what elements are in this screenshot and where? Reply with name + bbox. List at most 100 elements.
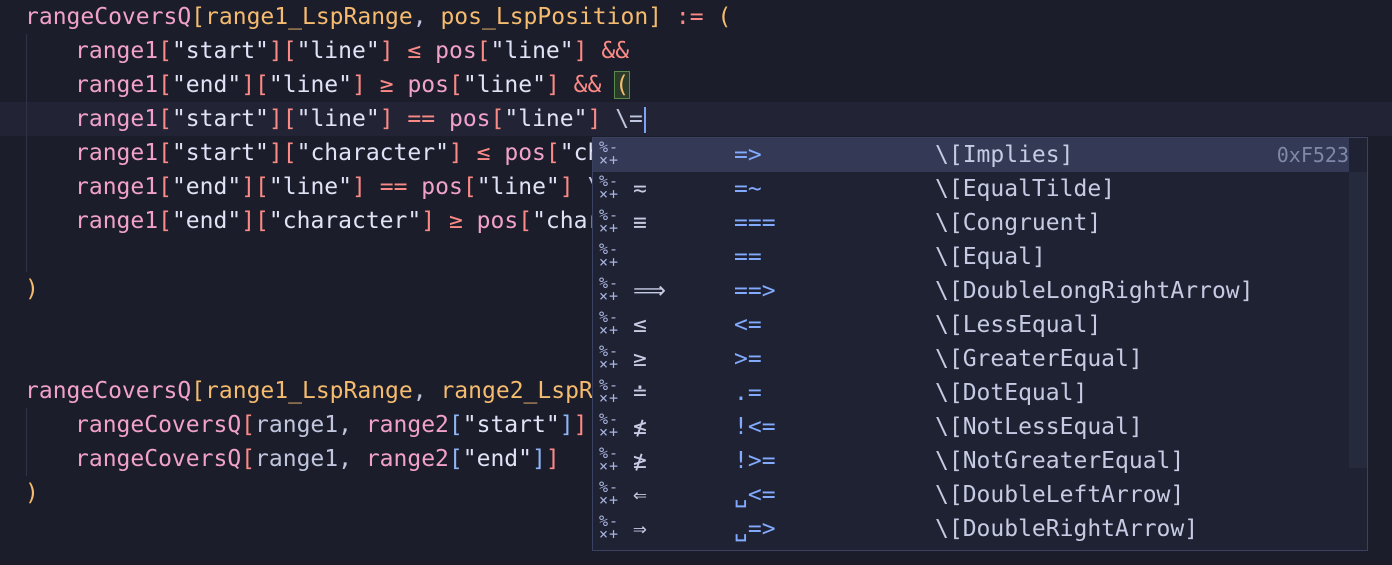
matching-paren: ( (614, 71, 631, 99)
indent-guide (26, 34, 27, 68)
code-token: "character" (268, 208, 422, 234)
code-token: [ (518, 208, 533, 234)
code-line[interactable]: rangeCoversQ[range1_LspRange, pos_LspPos… (0, 0, 1392, 34)
completion-glyph: ≥ (633, 346, 647, 372)
code-token: pos (504, 140, 546, 166)
code-token: [ (158, 72, 172, 98)
code-token: [ (158, 38, 172, 64)
completion-detail: 0xF523 (1276, 143, 1349, 167)
code-token: rangeCoversQ (75, 446, 242, 472)
completion-item[interactable]: %- ×+ ≱ !>= \[NotGreaterEqual] (593, 444, 1367, 478)
operator-kind-icon: %- ×+ (599, 138, 620, 169)
code-token: "end" (171, 208, 242, 234)
code-token: ) (25, 480, 39, 506)
code-line[interactable]: range1["end"]["line"] ≥ pos["line"] && ( (0, 68, 1392, 102)
completion-trigger: .= (734, 380, 762, 406)
indent-guide (26, 238, 27, 272)
code-token: ≥ (379, 72, 394, 98)
code-token: [ (241, 446, 256, 472)
code-token: && (601, 38, 630, 64)
completion-item[interactable]: %- ×+ ≰ !<= \[NotLessEqual] (593, 410, 1367, 444)
completion-glyph: ≐ (633, 380, 647, 406)
completion-item[interactable]: %- ×+ ≂ =~ \[EqualTilde] (593, 172, 1367, 206)
completion-label: \[LessEqual] (935, 312, 1102, 338)
code-token: [ (191, 378, 206, 404)
completion-scroll-thumb[interactable] (1349, 172, 1367, 468)
completion-item[interactable]: %- ×+ ≥ >= \[GreaterEqual] (593, 342, 1367, 376)
completion-glyph: ≂ (633, 176, 647, 202)
code-text: range1["end"]["character"] ≥ pos["charac (75, 204, 629, 238)
operator-kind-icon: %- ×+ (599, 308, 620, 339)
completion-item[interactable]: %- ×+ ⟹ ==> \[DoubleLongRightArrow] (593, 274, 1367, 308)
code-token: ] (545, 446, 560, 472)
code-token: ][ (241, 174, 269, 200)
completion-item[interactable]: %- ×+ ≐ .= \[DotEqual] (593, 376, 1367, 410)
code-token: ][ (268, 140, 297, 166)
code-token: [ (545, 140, 560, 166)
completion-scrollbar[interactable] (1349, 138, 1367, 550)
completion-label: \[DoubleLongRightArrow] (935, 278, 1254, 304)
code-line[interactable]: range1["start"]["line"] == pos["line"] \… (0, 102, 1392, 136)
code-token: [ (158, 106, 172, 132)
completion-item[interactable]: %- ×+ ⇒ ␣=> \[DoubleRightArrow] (593, 512, 1367, 546)
completion-glyph: ⟹ (633, 278, 666, 304)
code-token: [ (158, 140, 172, 166)
code-token: == (379, 174, 408, 200)
code-token: pos (448, 106, 491, 132)
completion-trigger: == (734, 244, 762, 270)
code-token: ] (379, 38, 394, 64)
code-token: ] (352, 72, 366, 98)
completion-trigger: >= (734, 346, 762, 372)
code-token: pos (435, 38, 477, 64)
code-token: [ (448, 446, 463, 472)
operator-kind-icon: %- ×+ (599, 410, 620, 441)
code-token: "line" (296, 38, 380, 64)
completion-label: \[Implies] (935, 142, 1074, 168)
operator-kind-icon: %- ×+ (599, 512, 620, 543)
code-token: [ (490, 106, 505, 132)
completion-item[interactable]: %- ×+ ≤ <= \[LessEqual] (593, 308, 1367, 342)
indent-guide (26, 408, 27, 442)
completion-item[interactable]: %- ×+ ⇐ ␣<= \[DoubleLeftArrow] (593, 478, 1367, 512)
code-token: ] (352, 174, 366, 200)
code-token: ][ (268, 38, 297, 64)
code-line[interactable]: range1["start"]["line"] ≤ pos["line"] && (0, 34, 1392, 68)
code-text: rangeCoversQ[range1, range2["end"]] (75, 442, 560, 476)
code-token: [ (448, 412, 463, 438)
code-token: range1 (75, 106, 159, 132)
completion-label: \[DotEqual] (935, 380, 1088, 406)
code-token: _LspRange (288, 378, 413, 404)
code-token: "start" (171, 106, 269, 132)
completion-item[interactable]: %- ×+ ≡ === \[Congruent] (593, 206, 1367, 240)
code-token: \= (615, 106, 643, 132)
code-token: "start" (171, 140, 269, 166)
code-token: ≤ (407, 38, 422, 64)
code-text: rangeCoversQ[range1, range2["start"]] && (75, 408, 629, 442)
code-token: ] (545, 72, 560, 98)
code-token: pos (440, 4, 482, 30)
code-token: ≥ (448, 208, 463, 234)
code-token: range1 (75, 38, 159, 64)
code-token: && (573, 72, 602, 98)
code-token: , (412, 4, 441, 30)
completion-item[interactable]: %- ×+ == \[Equal] (593, 240, 1367, 274)
code-token: ] (587, 106, 602, 132)
text-cursor (643, 106, 646, 133)
code-token: ] (573, 412, 588, 438)
code-token: := (675, 4, 704, 30)
code-token: [ (158, 208, 172, 234)
completion-popup: %- ×+ ⇒ ␣=> \[DoubleRightArrow] %- ×+ ⇐ ␣<= \[D… (592, 137, 1368, 551)
code-token: rangeCoversQ (25, 4, 192, 30)
code-text: range1["end"]["line"] == pos["line"] \[I… (75, 170, 643, 204)
code-token: "line" (490, 38, 574, 64)
code-token: range2 (440, 378, 524, 404)
completion-item[interactable]: %- ×+ => \[Implies] 0xF523 (593, 138, 1367, 172)
operator-kind-icon: %- ×+ (599, 206, 620, 237)
completion-trigger: !>= (734, 448, 776, 474)
